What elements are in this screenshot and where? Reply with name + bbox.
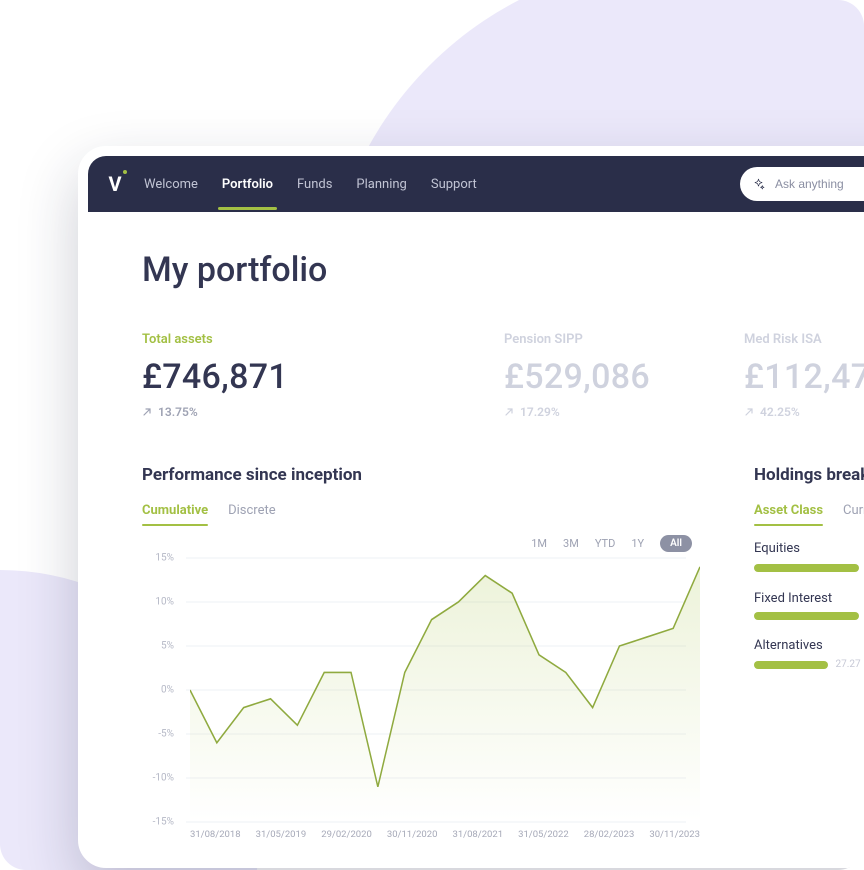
holdings-row-value: 27.27	[836, 659, 861, 670]
summary-isa-change: 42.25%	[744, 405, 864, 419]
range-selector: 1M 3M YTD 1Y All	[142, 535, 692, 552]
page-title: My portfolio	[142, 250, 864, 290]
summary-total[interactable]: Total assets £746,871 13.75%	[142, 332, 312, 419]
summary-pension[interactable]: Pension SIPP £529,086 17.29%	[504, 332, 674, 419]
content: My portfolio Total assets £746,871 13.75…	[88, 212, 864, 858]
summary-total-label: Total assets	[142, 332, 312, 347]
search-bar[interactable]	[740, 167, 864, 201]
chart-plot	[190, 558, 700, 822]
holdings-panel: Holdings breakdown Asset Class Currency …	[754, 465, 864, 838]
arrow-up-right-icon	[744, 407, 754, 417]
holdings-list: Equities29 Fixed Interest Alternatives 27.2…	[754, 541, 864, 670]
chart-x-axis: 31/08/201831/05/201929/02/202030/11/2020…	[190, 829, 700, 840]
holdings-row-bar	[754, 661, 828, 669]
summary-row: Total assets £746,871 13.75% Pension SIP…	[142, 332, 864, 419]
summary-total-amount: £746,871	[142, 357, 312, 397]
holdings-row-name: Alternatives	[754, 638, 864, 653]
holdings-row[interactable]: Alternatives 27.27	[754, 638, 864, 670]
range-1y[interactable]: 1Y	[631, 537, 644, 550]
summary-total-change: 13.75%	[142, 405, 312, 419]
range-3m[interactable]: 3M	[563, 537, 579, 550]
holdings-row-bar	[754, 564, 859, 572]
holdings-row[interactable]: Equities29	[754, 541, 864, 573]
nav-support[interactable]: Support	[429, 159, 479, 210]
summary-isa[interactable]: Med Risk ISA £112,478 42.25%	[744, 332, 864, 419]
performance-title: Performance since inception	[142, 465, 700, 485]
performance-panel: Performance since inception Cumulative D…	[142, 465, 700, 838]
holdings-row-bar	[754, 612, 859, 620]
summary-pension-change: 17.29%	[504, 405, 674, 419]
performance-chart: 15%10%5%0%-5%-10%-15%	[142, 558, 700, 838]
columns: Performance since inception Cumulative D…	[142, 465, 864, 838]
tab-cumulative[interactable]: Cumulative	[142, 499, 208, 526]
range-ytd[interactable]: YTD	[595, 537, 615, 550]
app-window: V Welcome Portfolio Funds Planning Suppo…	[78, 146, 864, 868]
holdings-row-name: Fixed Interest	[754, 591, 864, 606]
summary-isa-amount: £112,478	[744, 357, 864, 397]
logo-icon: V	[106, 172, 124, 196]
primary-nav: Welcome Portfolio Funds Planning Support	[142, 159, 479, 210]
holdings-row-name: Equities	[754, 541, 864, 556]
nav-welcome[interactable]: Welcome	[142, 159, 200, 210]
stage: V Welcome Portfolio Funds Planning Suppo…	[0, 0, 864, 870]
nav-portfolio[interactable]: Portfolio	[220, 159, 275, 210]
tab-discrete[interactable]: Discrete	[228, 499, 276, 526]
holdings-tabs: Asset Class Currency	[754, 499, 864, 527]
tab-currency[interactable]: Currency	[843, 499, 864, 526]
summary-pension-amount: £529,086	[504, 357, 674, 397]
holdings-title: Holdings breakdown	[754, 465, 864, 485]
nav-funds[interactable]: Funds	[295, 159, 334, 210]
range-all[interactable]: All	[660, 535, 692, 552]
summary-pension-label: Pension SIPP	[504, 332, 674, 347]
arrow-up-right-icon	[504, 407, 514, 417]
tab-asset-class[interactable]: Asset Class	[754, 499, 823, 526]
topbar: V Welcome Portfolio Funds Planning Suppo…	[88, 156, 864, 212]
holdings-row[interactable]: Fixed Interest	[754, 591, 864, 620]
summary-isa-label: Med Risk ISA	[744, 332, 864, 347]
nav-planning[interactable]: Planning	[354, 159, 408, 210]
arrow-up-right-icon	[142, 407, 152, 417]
performance-tabs: Cumulative Discrete	[142, 499, 700, 527]
chart-y-axis: 15%10%5%0%-5%-10%-15%	[142, 558, 182, 822]
search-input[interactable]	[773, 176, 864, 192]
range-1m[interactable]: 1M	[531, 537, 547, 550]
sparkle-icon	[752, 178, 765, 191]
